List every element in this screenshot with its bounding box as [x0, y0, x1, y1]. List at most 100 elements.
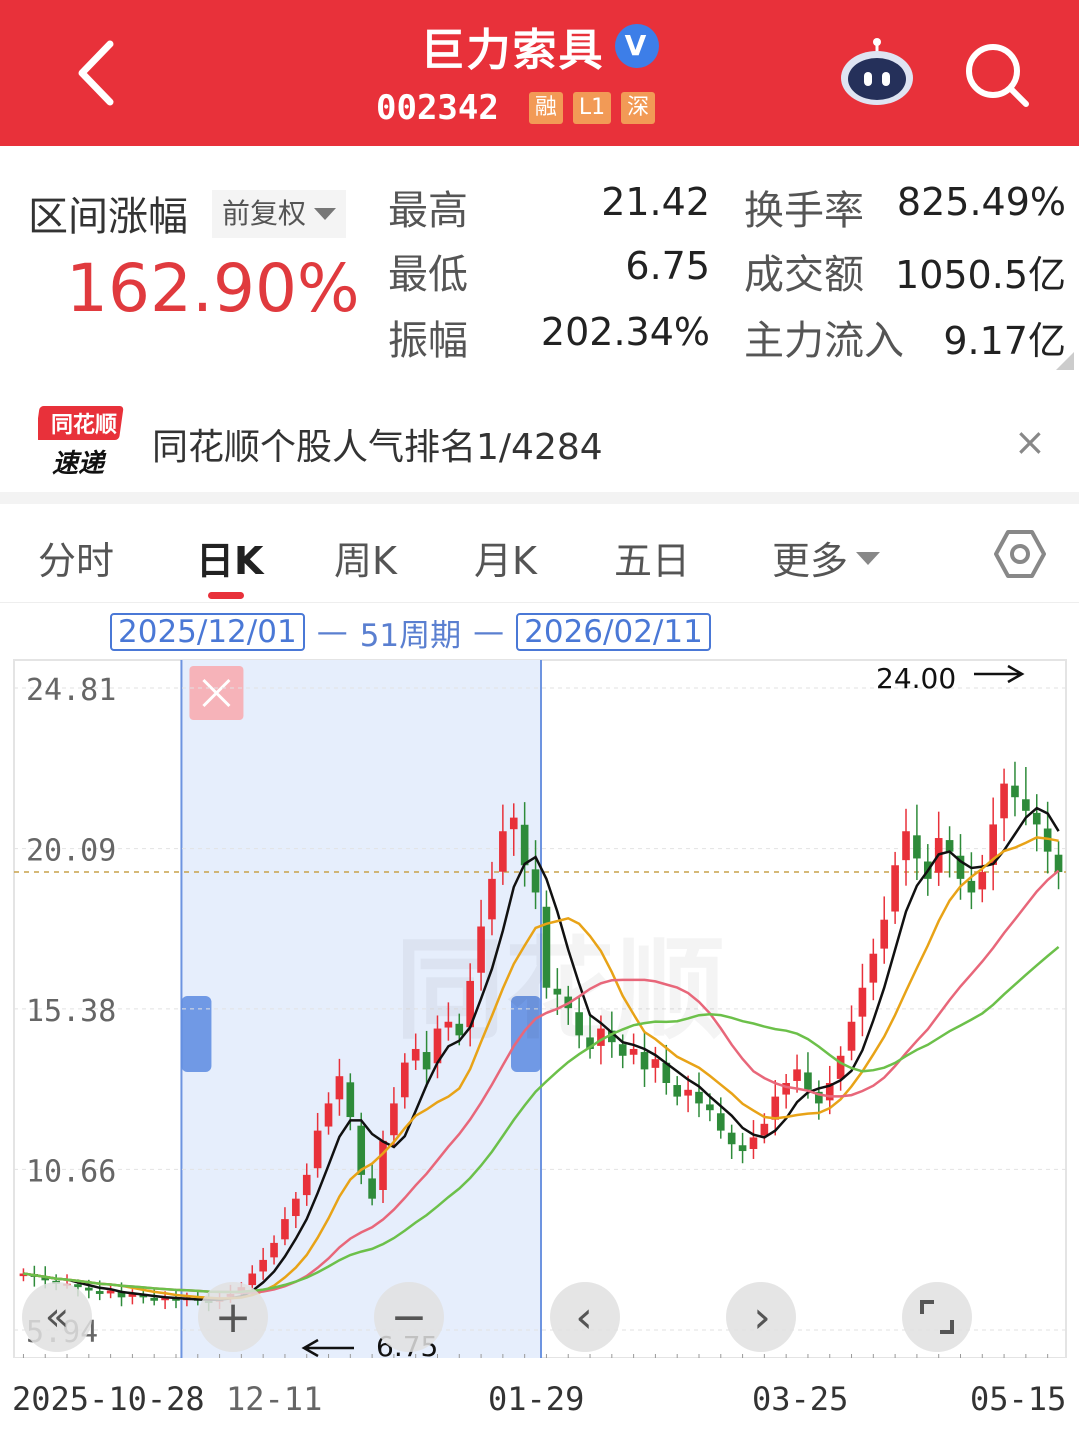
tab-weekly-k[interactable]: 周K: [334, 530, 397, 585]
candle-body: [499, 831, 507, 872]
x-tick-label: 01-29: [488, 1380, 585, 1418]
stat-high-value: 21.42: [601, 180, 710, 224]
candle-body: [749, 1137, 758, 1150]
range-change-label: 区间涨幅: [28, 194, 188, 240]
tab-more-label: 更多: [772, 539, 849, 583]
candle-body: [368, 1178, 376, 1199]
verified-icon: V: [614, 24, 659, 68]
y-tick-label: 20.09: [26, 834, 116, 869]
candle-body: [891, 865, 899, 912]
candle-body: [270, 1242, 278, 1258]
stat-turnover-value: 825.49%: [896, 180, 1066, 224]
plus-icon: +: [215, 1292, 252, 1343]
tag-level1[interactable]: L1: [572, 92, 612, 124]
candle-body: [390, 1103, 398, 1136]
candle-body: [760, 1123, 769, 1136]
period-start-date[interactable]: 2025/12/01: [110, 613, 305, 651]
candle-body: [793, 1069, 801, 1081]
stat-volume-label: 成交额: [744, 252, 864, 298]
x-tick-label: 03-25: [752, 1380, 849, 1418]
candle-body: [738, 1145, 747, 1152]
stat-amplitude-value: 202.34%: [540, 310, 710, 354]
candle-body: [804, 1072, 812, 1090]
candle-body: [531, 869, 540, 893]
y-tick-label: 24.81: [26, 673, 116, 708]
double-chevron-left-icon: «: [45, 1294, 69, 1340]
tab-more[interactable]: 更多: [772, 530, 881, 585]
candle-body: [553, 988, 562, 995]
candle-body: [302, 1174, 311, 1196]
candle-body: [706, 1104, 714, 1111]
zoom-out-button[interactable]: −: [374, 1282, 444, 1352]
candle-body: [400, 1062, 409, 1098]
candle-body: [902, 831, 910, 861]
scroll-right-button[interactable]: ›: [726, 1282, 796, 1352]
candle-body: [346, 1082, 355, 1118]
y-tick-label: 15.38: [26, 994, 116, 1029]
ai-assistant-icon[interactable]: [838, 36, 916, 108]
price-adjust-dropdown[interactable]: 前复权: [212, 190, 347, 238]
candle-body: [640, 1052, 649, 1070]
candle-body: [836, 1055, 845, 1079]
candle-body: [847, 1021, 856, 1051]
minus-icon: −: [391, 1292, 428, 1343]
tab-intraday[interactable]: 分时: [38, 530, 114, 585]
candle-body: [880, 919, 889, 949]
stock-name: 巨力索具: [420, 25, 605, 76]
stock-code: 002342: [376, 88, 499, 128]
x-tick-label: 05-15: [970, 1380, 1067, 1418]
news-text[interactable]: 同花顺个股人气排名1/4284: [152, 418, 603, 470]
search-icon[interactable]: [962, 40, 1032, 110]
expand-corner-icon[interactable]: [1056, 352, 1074, 370]
candle-body: [313, 1130, 322, 1169]
chevron-right-icon: ›: [753, 1292, 771, 1343]
scroll-to-start-button[interactable]: «: [22, 1282, 92, 1352]
candle-body: [379, 1140, 387, 1190]
selection-left-handle: [181, 996, 212, 1072]
candle-body: [771, 1096, 780, 1120]
zoom-in-button[interactable]: +: [198, 1282, 268, 1352]
dropdown-arrow-icon: [314, 208, 337, 220]
tab-monthly-k[interactable]: 月K: [474, 530, 537, 585]
candle-body: [684, 1089, 692, 1096]
candle-body: [422, 1052, 431, 1070]
x-tick-label: 2025-10-28: [12, 1380, 205, 1418]
stat-low-value: 6.75: [625, 244, 710, 288]
stat-high-label: 最高: [388, 188, 468, 234]
candle-body: [281, 1219, 289, 1240]
svg-text:›: ›: [753, 1292, 771, 1343]
candle-body: [1022, 799, 1030, 811]
fullscreen-button[interactable]: [902, 1282, 972, 1352]
candle-body: [716, 1113, 725, 1131]
stat-volume-value: 1050.5亿: [895, 253, 1066, 297]
tag-margin[interactable]: 融: [528, 92, 563, 124]
candle-body: [335, 1076, 344, 1100]
scroll-left-button[interactable]: ‹: [550, 1282, 620, 1352]
candle-body: [95, 1291, 104, 1294]
candle-body: [695, 1091, 703, 1104]
kline-chart[interactable]: 24.8120.0915.3810.665.94同花顺24.006.75: [0, 658, 1079, 1358]
active-tab-indicator: [208, 592, 244, 599]
tab-daily-k[interactable]: 日K: [196, 530, 263, 585]
chevron-left-icon: ‹: [575, 1292, 593, 1343]
candle-body: [651, 1059, 660, 1068]
close-icon[interactable]: ×: [1014, 420, 1046, 464]
candle-body: [455, 1023, 464, 1036]
y-tick-label: 10.66: [26, 1154, 116, 1189]
candle-body: [324, 1103, 333, 1127]
period-end-date[interactable]: 2026/02/11: [516, 613, 711, 651]
settings-icon[interactable]: [994, 528, 1046, 580]
fullscreen-icon: [920, 1300, 954, 1334]
chart-tabs: [0, 504, 1079, 603]
candle-body: [150, 1297, 159, 1301]
candle-body: [858, 987, 867, 1017]
candle-body: [488, 878, 496, 920]
svg-text:速递: 速递: [52, 449, 107, 479]
tag-exchange[interactable]: 深: [621, 92, 656, 124]
tab-five-day[interactable]: 五日: [614, 530, 690, 585]
svg-text:+: +: [215, 1292, 252, 1343]
svg-text:«: «: [45, 1294, 69, 1340]
svg-text:同花顺: 同花顺: [51, 412, 117, 438]
arrow-right-icon: [974, 664, 1025, 684]
candle-body: [1000, 783, 1008, 819]
